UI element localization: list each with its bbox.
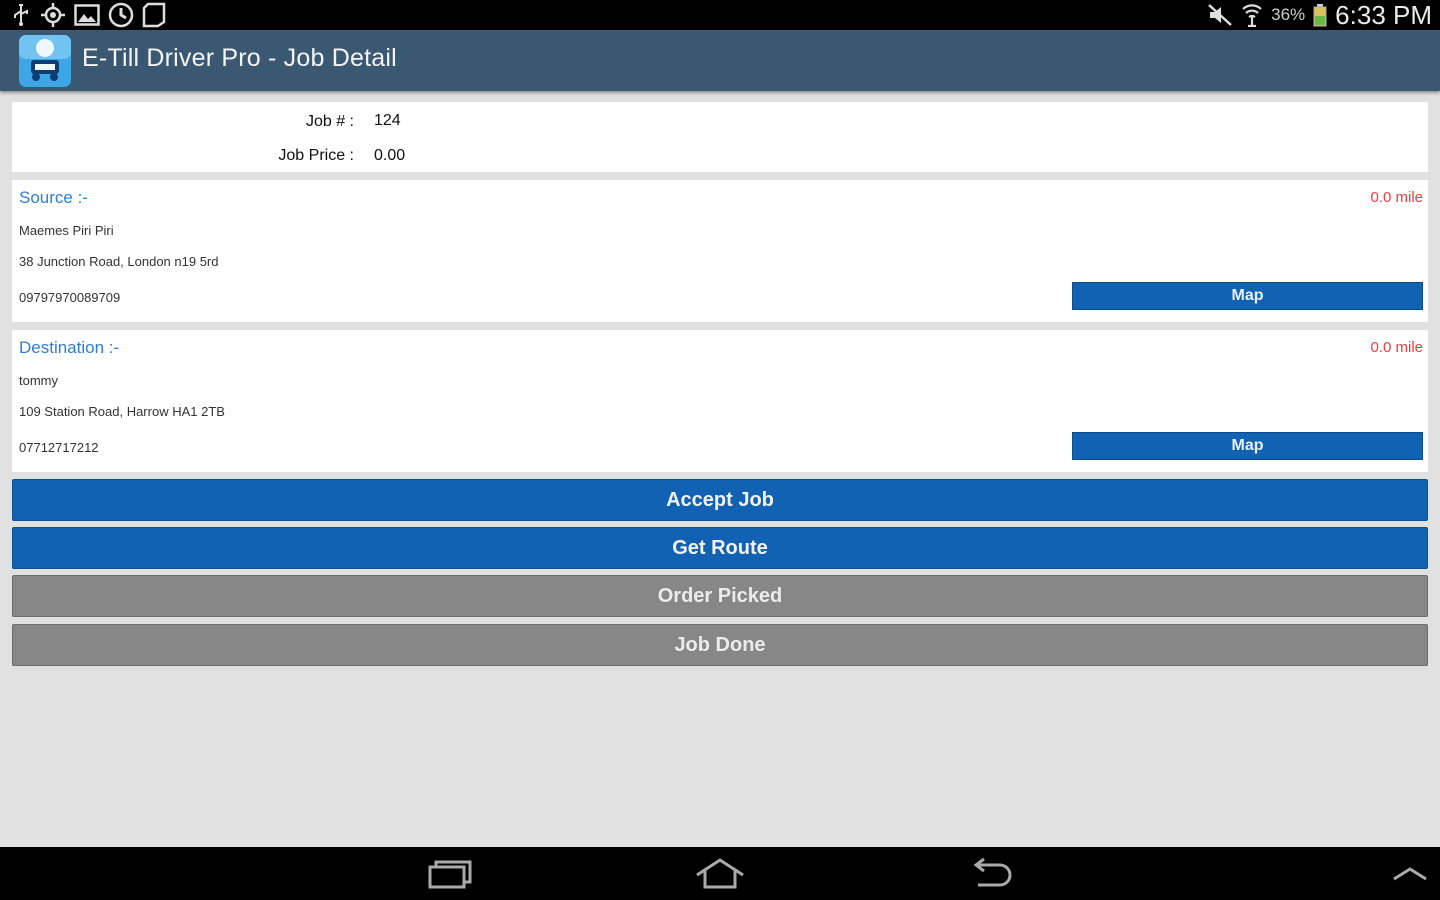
recent-apps-icon[interactable]: [426, 857, 474, 891]
home-icon[interactable]: [694, 857, 746, 891]
order-picked-button[interactable]: Order Picked: [12, 575, 1428, 617]
destination-address: 109 Station Road, Harrow HA1 2TB: [19, 404, 225, 419]
back-icon[interactable]: [970, 857, 1014, 891]
app-truck-icon[interactable]: [18, 34, 72, 88]
job-done-button[interactable]: Job Done: [12, 624, 1428, 666]
status-bar: 36% 6:33 PM: [0, 0, 1440, 30]
job-info-panel: Job # : 124 Job Price : 0.00: [12, 102, 1428, 172]
mute-icon: [1208, 4, 1232, 26]
source-address: 38 Junction Road, London n19 5rd: [19, 254, 219, 269]
get-route-button[interactable]: Get Route: [12, 527, 1428, 569]
image-icon: [74, 4, 100, 26]
usb-icon: [14, 4, 28, 26]
source-distance: 0.0 mile: [1370, 189, 1423, 206]
sync-icon: [108, 2, 134, 28]
battery-icon: [1313, 4, 1327, 27]
navigation-bar: [0, 847, 1440, 900]
source-title: Source :-: [19, 188, 88, 207]
accept-job-button[interactable]: Accept Job: [12, 479, 1428, 521]
destination-distance: 0.0 mile: [1370, 339, 1423, 356]
source-map-button[interactable]: Map: [1072, 282, 1423, 310]
wifi-icon: [1242, 4, 1262, 27]
destination-panel: Destination :- 0.0 mile tommy 109 Statio…: [12, 330, 1428, 472]
battery-percent: 36%: [1271, 5, 1306, 24]
job-price-value: 0.00: [374, 147, 406, 164]
destination-name: tommy: [19, 373, 58, 388]
action-bar: E-Till Driver Pro - Job Detail: [0, 30, 1440, 91]
notification-icons: [10, 2, 166, 28]
job-number-label: Job # :: [305, 113, 354, 130]
chevron-up-icon[interactable]: [1390, 857, 1430, 887]
clock: 6:33 PM: [1335, 0, 1432, 30]
destination-phone[interactable]: 07712717212: [19, 440, 99, 455]
note-icon: [142, 2, 166, 28]
job-price-label: Job Price :: [278, 147, 354, 164]
source-phone[interactable]: 09797970089709: [19, 290, 120, 305]
destination-map-button[interactable]: Map: [1072, 432, 1423, 460]
source-panel: Source :- 0.0 mile Maemes Piri Piri 38 J…: [12, 180, 1428, 322]
source-name: Maemes Piri Piri: [19, 223, 114, 238]
page-title: E-Till Driver Pro - Job Detail: [82, 44, 397, 72]
gps-icon: [41, 3, 65, 27]
system-icons: 36% 6:33 PM: [1207, 0, 1432, 30]
destination-title: Destination :-: [19, 338, 120, 357]
job-number-value: 124: [374, 112, 401, 129]
